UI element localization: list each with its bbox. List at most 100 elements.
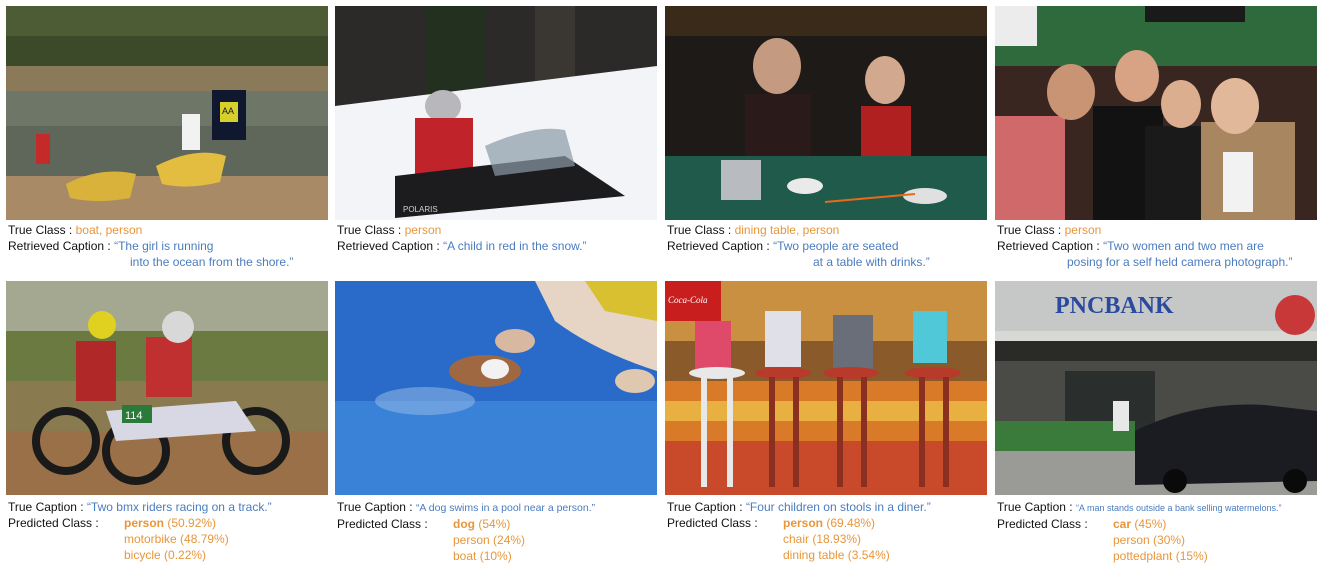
retrieved-caption-label: Retrieved Caption :	[8, 239, 111, 253]
caption-block-bottom-3: True Caption : “Four children on stools …	[667, 499, 931, 563]
photo-diner-stools-art: Coca-Cola	[665, 281, 987, 495]
prediction-item: dining table (3.54%)	[783, 547, 890, 563]
prediction-item: bicycle (0.22%)	[124, 547, 229, 563]
prediction-name: car	[1113, 517, 1132, 531]
true-class-value: boat, person	[75, 223, 143, 237]
prediction-name: dining table	[783, 548, 845, 562]
prediction-name: person	[124, 516, 165, 530]
jersey-logo-text: AA	[222, 106, 234, 116]
retrieved-caption-line1: “The girl is running	[114, 239, 214, 253]
prediction-score: (50.92%)	[167, 516, 217, 530]
predicted-class-label: Predicted Class :	[667, 516, 758, 530]
prediction-score: (45%)	[1134, 517, 1167, 531]
photo-motocross-art: 114	[6, 281, 328, 495]
prediction-item: motorbike (48.79%)	[124, 531, 229, 547]
true-caption-value: “A dog swims in a pool near a person.”	[415, 502, 596, 514]
prediction-score: (0.22%)	[164, 548, 207, 562]
true-caption-label: True Caption :	[337, 500, 413, 514]
prediction-item: car (45%)	[1113, 516, 1208, 532]
retrieved-caption-line2: at a table with drinks.”	[813, 255, 930, 269]
prediction-name: motorbike	[124, 532, 177, 546]
retrieved-caption-line1: “Two people are seated	[773, 239, 899, 253]
true-class-value: person	[404, 223, 442, 237]
prediction-item: boat (10%)	[453, 548, 525, 564]
prediction-score: (10%)	[479, 549, 512, 563]
predicted-class-label: Predicted Class :	[997, 517, 1088, 531]
prediction-name: pottedplant	[1113, 549, 1173, 563]
true-caption-label: True Caption :	[997, 500, 1073, 514]
caption-block-top-4: True Class : person Retrieved Caption : …	[997, 222, 1292, 270]
figure-panel-bottom-1: 114 True Caption : “Two bmx riders racin…	[6, 281, 328, 569]
caption-block-top-3: True Class : dining table, person Retrie…	[667, 222, 930, 270]
photo-bank-car: PNCBANK	[995, 281, 1317, 495]
figure-panel-bottom-2: True Caption : “A dog swims in a pool ne…	[335, 281, 657, 569]
prediction-name: person	[453, 533, 490, 547]
prediction-score: (48.79%)	[180, 532, 229, 546]
snowmobile-brand-text: POLARIS	[403, 205, 438, 214]
photo-boats-shore-art: AA	[6, 6, 328, 220]
true-class-value: person	[1064, 223, 1102, 237]
true-caption-label: True Caption :	[8, 500, 84, 514]
true-class-label: True Class :	[8, 223, 73, 237]
prediction-item: person (50.92%)	[124, 515, 229, 531]
retrieved-caption-label: Retrieved Caption :	[997, 239, 1100, 253]
retrieved-caption-label: Retrieved Caption :	[667, 239, 770, 253]
prediction-name: chair	[783, 532, 810, 546]
bank-sign-text: PNCBANK	[1055, 293, 1174, 319]
photo-dog-pool	[335, 281, 657, 495]
retrieved-caption-line2: into the ocean from the shore.”	[130, 255, 294, 269]
prediction-item: person (69.48%)	[783, 515, 890, 531]
figure-panel-bottom-3: Coca-Cola True Caption : “Four children	[665, 281, 987, 569]
prediction-item: person (24%)	[453, 532, 525, 548]
true-caption-value: “A man stands outside a bank selling wat…	[1075, 503, 1282, 513]
prediction-name: bicycle	[124, 548, 161, 562]
prediction-score: (30%)	[1153, 533, 1186, 547]
prediction-score: (54%)	[478, 517, 511, 531]
bike-number-text: 114	[125, 410, 143, 422]
figure-panel-top-1: AA True Class : boat, person Retrieved C…	[6, 6, 328, 274]
photo-bank-car-art: PNCBANK	[995, 281, 1317, 495]
photo-dining-table-art	[665, 6, 987, 220]
photo-dog-pool-art	[335, 281, 657, 495]
retrieved-caption-label: Retrieved Caption :	[337, 239, 440, 253]
caption-block-top-1: True Class : boat, person Retrieved Capt…	[8, 222, 293, 270]
photo-group-selfie-art	[995, 6, 1317, 220]
prediction-list: person (69.48%) chair (18.93%) dining ta…	[783, 515, 890, 563]
true-caption-value: “Four children on stools in a diner.”	[745, 500, 931, 514]
true-class-label: True Class :	[997, 223, 1062, 237]
prediction-name: person	[1113, 533, 1150, 547]
retrieved-caption-line2: posing for a self held camera photograph…	[1067, 255, 1293, 269]
caption-block-bottom-4: True Caption : “A man stands outside a b…	[997, 499, 1282, 564]
true-class-label: True Class :	[337, 223, 402, 237]
figure-panel-top-2: POLARIS True Class : person Retrieved Ca…	[335, 6, 657, 274]
predicted-class-label: Predicted Class :	[8, 516, 99, 530]
prediction-item: dog (54%)	[453, 516, 525, 532]
figure-panel-top-4: True Class : person Retrieved Caption : …	[995, 6, 1317, 274]
figure-panel-top-3: True Class : dining table, person Retrie…	[665, 6, 987, 274]
retrieved-caption-line1: “Two women and two men are	[1103, 239, 1264, 253]
photo-snowmobile-art: POLARIS	[335, 6, 657, 220]
prediction-score: (24%)	[493, 533, 526, 547]
prediction-list: car (45%) person (30%) pottedplant (15%)	[1113, 516, 1208, 564]
prediction-name: boat	[453, 549, 477, 563]
caption-block-bottom-1: True Caption : “Two bmx riders racing on…	[8, 499, 272, 563]
caption-block-top-2: True Class : person Retrieved Caption : …	[337, 222, 587, 254]
prediction-score: (18.93%)	[812, 532, 862, 546]
prediction-name: dog	[453, 517, 475, 531]
photo-boats-shore: AA	[6, 6, 328, 220]
soda-sign-text: Coca-Cola	[668, 295, 708, 305]
predicted-class-label: Predicted Class :	[337, 517, 428, 531]
prediction-item: chair (18.93%)	[783, 531, 890, 547]
photo-diner-stools: Coca-Cola	[665, 281, 987, 495]
prediction-score: (69.48%)	[826, 516, 876, 530]
photo-snowmobile: POLARIS	[335, 6, 657, 220]
prediction-item: person (30%)	[1113, 532, 1208, 548]
figure-panel-bottom-4: PNCBANK True Caption : “A man stands out…	[995, 281, 1317, 569]
true-caption-value: “Two bmx riders racing on a track.”	[86, 500, 272, 514]
prediction-item: pottedplant (15%)	[1113, 548, 1208, 564]
caption-block-bottom-2: True Caption : “A dog swims in a pool ne…	[337, 499, 595, 564]
prediction-score: (15%)	[1175, 549, 1208, 563]
prediction-list: person (50.92%) motorbike (48.79%) bicyc…	[124, 515, 229, 563]
true-class-value: dining table, person	[734, 223, 840, 237]
photo-group-selfie	[995, 6, 1317, 220]
